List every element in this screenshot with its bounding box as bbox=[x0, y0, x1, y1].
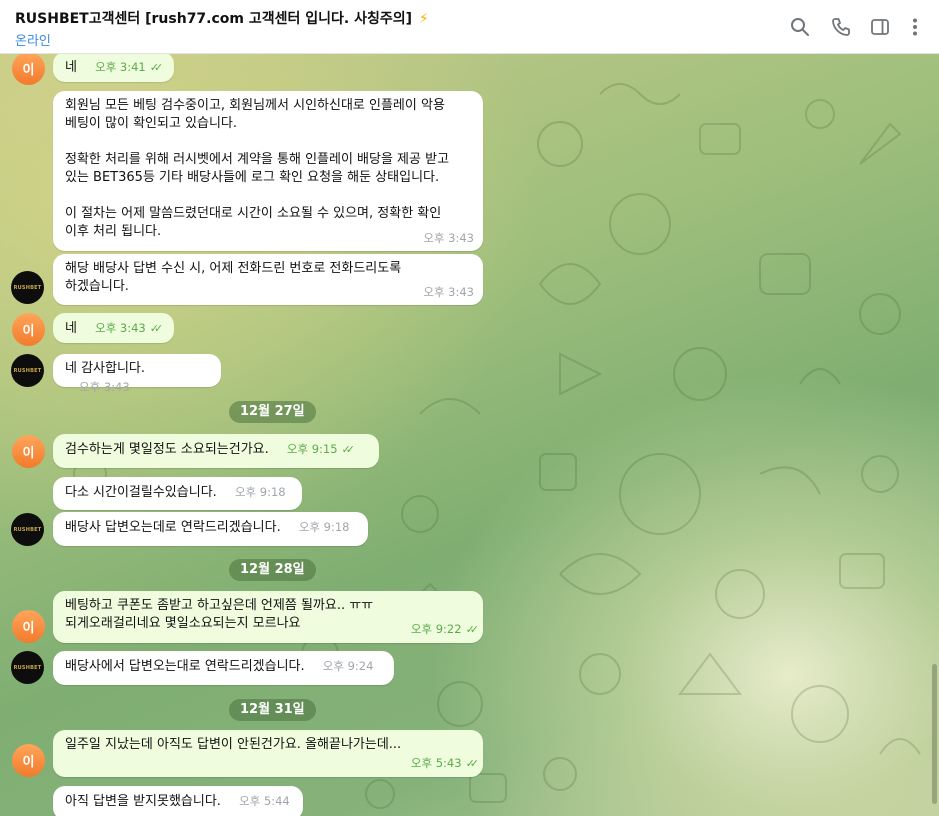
user-avatar-initial: 이 bbox=[22, 63, 35, 78]
message-text: 다소 시간이걸릴수있습니다. bbox=[65, 485, 217, 500]
message-time: 오후 9:18 bbox=[298, 520, 350, 534]
message-bubble-out[interactable]: 베팅하고 쿠폰도 좀받고 하고싶은데 언제쯤 될까요.. ㅠㅠ 되게오래걸리네요… bbox=[53, 591, 483, 643]
lightning-emoji: ⚡ bbox=[418, 11, 429, 27]
double-check-icon: ✓✓ bbox=[465, 757, 480, 770]
message-time: 오후 9:24 bbox=[322, 659, 374, 673]
user-avatar-initial: 이 bbox=[22, 755, 35, 770]
sidebar-toggle-icon[interactable] bbox=[870, 17, 890, 37]
message-bubble-out[interactable]: 네 오후 3:41 ✓✓ bbox=[53, 54, 174, 82]
user-avatar[interactable]: 이 bbox=[12, 610, 45, 643]
agent-avatar-brand: RUSHBET bbox=[13, 367, 42, 374]
message-text: 네 감사합니다. bbox=[65, 361, 146, 376]
message-time: 오후 9:18 bbox=[234, 485, 286, 499]
double-check-icon: ✓✓ bbox=[149, 61, 164, 74]
message-text: 일주일 지났는데 아직도 답변이 안된건가요. 올해끝나가는데... bbox=[65, 737, 402, 752]
message-time-text: 오후 3:41 bbox=[95, 60, 146, 74]
message-time-text: 오후 5:43 bbox=[410, 756, 462, 770]
chat-header: RUSHBET고객센터 [rush77.com 고객센터 입니다. 사칭주의] … bbox=[0, 0, 939, 54]
message-bubble-in[interactable]: 배당사에서 답변오는대로 연락드리겠습니다. 오후 9:24 bbox=[53, 651, 394, 685]
agent-avatar[interactable]: RUSHBET bbox=[11, 513, 44, 546]
double-check-icon: ✓✓ bbox=[341, 443, 356, 456]
message-text: 해당 배당사 답변 수신 시, 어제 전화드린 번호로 전화드리도록 하겠습니다… bbox=[65, 261, 402, 294]
user-avatar[interactable]: 이 bbox=[12, 435, 45, 468]
agent-avatar[interactable]: RUSHBET bbox=[11, 651, 44, 684]
message-time: 오후 9:22 ✓✓ bbox=[410, 620, 480, 639]
message-time: 오후 9:15 ✓✓ bbox=[286, 440, 356, 459]
online-status: 온라인 bbox=[15, 34, 51, 49]
agent-avatar-brand: RUSHBET bbox=[13, 526, 42, 533]
message-bubble-in[interactable]: 다소 시간이걸릴수있습니다. 오후 9:18 bbox=[53, 477, 302, 510]
user-avatar[interactable]: 이 bbox=[12, 744, 45, 777]
message-time: 오후 3:43 bbox=[79, 380, 130, 394]
date-separator: 12월 28일 bbox=[229, 559, 316, 581]
user-avatar-initial: 이 bbox=[22, 446, 35, 461]
date-separator: 12월 27일 bbox=[229, 401, 316, 423]
message-time-text: 오후 9:15 bbox=[286, 442, 338, 456]
message-text: 네 bbox=[65, 321, 77, 336]
message-text: 아직 답변을 받지못했습니다. bbox=[65, 794, 221, 809]
message-time: 오후 5:44 bbox=[239, 794, 290, 808]
message-bubble-out[interactable]: 네 오후 3:43 ✓✓ bbox=[53, 313, 174, 343]
message-time: 오후 3:43 ✓✓ bbox=[95, 319, 164, 338]
more-icon[interactable] bbox=[905, 17, 925, 37]
message-text: 배당사에서 답변오는대로 연락드리겠습니다. bbox=[65, 659, 305, 674]
search-icon[interactable] bbox=[790, 17, 810, 37]
chat-scrollbar[interactable] bbox=[932, 664, 937, 804]
agent-avatar[interactable]: RUSHBET bbox=[11, 271, 44, 304]
double-check-icon: ✓✓ bbox=[149, 322, 164, 335]
message-time: 오후 3:43 bbox=[423, 285, 474, 299]
message-bubble-in[interactable]: 배당사 답변오는데로 연락드리겠습니다. 오후 9:18 bbox=[53, 512, 368, 546]
message-bubble-in[interactable]: 회원님 모든 베팅 검수중이고, 회원님께서 시인하신대로 인플레이 악용 베팅… bbox=[53, 91, 483, 251]
message-bubble-in[interactable]: 네 감사합니다. 오후 3:43 bbox=[53, 354, 221, 394]
agent-avatar-brand: RUSHBET bbox=[13, 664, 42, 671]
message-bubble-in[interactable]: 아직 답변을 받지못했습니다. 오후 5:44 bbox=[53, 786, 303, 816]
message-text: 회원님 모든 베팅 검수중이고, 회원님께서 시인하신대로 인플레이 악용 베팅… bbox=[65, 98, 450, 239]
message-time-text: 오후 9:22 bbox=[410, 622, 462, 636]
message-text: 검수하는게 몇일정도 소요되는건가요. bbox=[65, 442, 269, 457]
agent-avatar-brand: RUSHBET bbox=[13, 284, 42, 291]
message-text: 배당사 답변오는데로 연락드리겠습니다. bbox=[65, 520, 281, 535]
message-bubble-out[interactable]: 일주일 지났는데 아직도 답변이 안된건가요. 올해끝나가는데... 오후 5:… bbox=[53, 730, 483, 777]
chat-title-text: RUSHBET고객센터 [rush77.com 고객센터 입니다. 사칭주의] bbox=[15, 11, 413, 27]
date-separator: 12월 31일 bbox=[229, 699, 316, 721]
message-bubble-out[interactable]: 검수하는게 몇일정도 소요되는건가요. 오후 9:15 ✓✓ bbox=[53, 434, 379, 468]
user-avatar-initial: 이 bbox=[22, 621, 35, 636]
agent-avatar[interactable]: RUSHBET bbox=[11, 354, 44, 387]
phone-icon[interactable] bbox=[831, 17, 851, 37]
message-bubble-in[interactable]: 해당 배당사 답변 수신 시, 어제 전화드린 번호로 전화드리도록 하겠습니다… bbox=[53, 254, 483, 305]
message-time-text: 오후 3:43 bbox=[95, 321, 146, 335]
message-time: 오후 3:41 ✓✓ bbox=[95, 58, 164, 77]
user-avatar-initial: 이 bbox=[22, 324, 35, 339]
message-time: 오후 3:43 bbox=[423, 231, 474, 245]
user-avatar[interactable]: 이 bbox=[12, 313, 45, 346]
message-time: 오후 5:43 ✓✓ bbox=[410, 754, 480, 773]
chat-area[interactable]: 이 네 오후 3:41 ✓✓ 회원님 모든 베팅 검수중이고, 회원님께서 시인하… bbox=[0, 54, 939, 816]
message-text: 네 bbox=[65, 60, 77, 75]
double-check-icon: ✓✓ bbox=[465, 623, 480, 636]
chat-title[interactable]: RUSHBET고객센터 [rush77.com 고객센터 입니다. 사칭주의] … bbox=[15, 8, 429, 28]
